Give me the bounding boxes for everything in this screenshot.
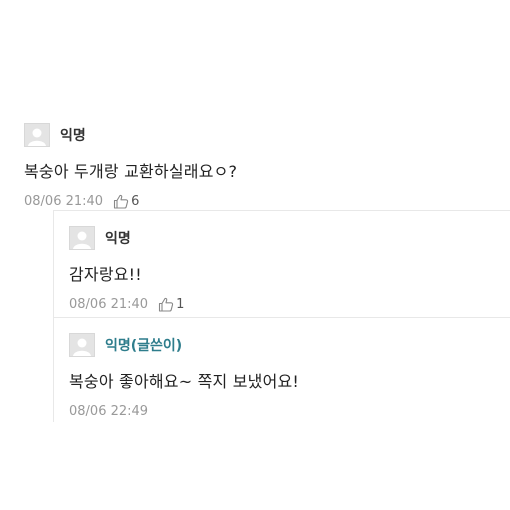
comment-text: 복숭아 두개랑 교환하실래요ㅇ?	[24, 162, 238, 181]
thumbs-up-icon	[159, 297, 174, 312]
default-profile-icon	[69, 333, 95, 357]
reply-author[interactable]: 익명	[105, 228, 131, 248]
comment-author-row: 익명	[24, 122, 510, 148]
reply-date: 08/06 22:49	[69, 404, 149, 419]
like-count: 1	[176, 297, 185, 312]
default-profile-icon	[24, 123, 50, 147]
reply-text: 복숭아 좋아해요~ 쪽지 보냈어요!	[69, 372, 300, 391]
reply-meta: 08/06 21:40 1	[69, 297, 510, 312]
reply-date: 08/06 21:40	[69, 297, 149, 312]
like-button[interactable]: 6	[113, 194, 139, 209]
reply-text: 감자랑요!!	[69, 265, 142, 284]
comment-meta: 08/06 21:40 6	[24, 194, 510, 209]
like-button[interactable]: 1	[158, 297, 184, 312]
reply-meta: 08/06 22:49	[69, 404, 510, 419]
thumbs-up-icon	[114, 194, 129, 209]
reply-item: 익명(글쓴이) 복숭아 좋아해요~ 쪽지 보냈어요! 08/06 22:49	[54, 318, 510, 422]
default-profile-icon	[69, 226, 95, 250]
reply-item: 익명 감자랑요!! 08/06 21:40 1	[54, 211, 510, 318]
comment-date: 08/06 21:40	[24, 194, 104, 209]
reply-author-row: 익명	[69, 225, 510, 251]
comment-item: 익명 복숭아 두개랑 교환하실래요ㅇ? 08/06 21:40 6	[0, 110, 510, 210]
comment-thread: 익명 복숭아 두개랑 교환하실래요ㅇ? 08/06 21:40 6 익명 감자랑…	[0, 0, 510, 510]
reply-author-row: 익명(글쓴이)	[69, 332, 510, 358]
reply-list: 익명 감자랑요!! 08/06 21:40 1 익명(글쓴이) 복숭아 좋아해요…	[53, 210, 510, 422]
comment-author[interactable]: 익명	[60, 125, 86, 145]
reply-author-writer[interactable]: 익명(글쓴이)	[105, 335, 182, 355]
like-count: 6	[131, 194, 140, 209]
